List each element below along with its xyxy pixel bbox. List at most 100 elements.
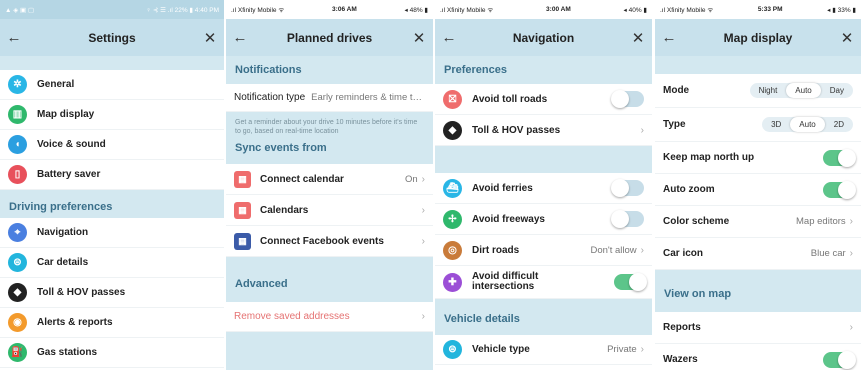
back-arrow-icon[interactable]: ← xyxy=(441,29,457,46)
close-icon[interactable]: ✕ xyxy=(839,29,855,47)
wazers-row[interactable]: Wazers xyxy=(655,344,861,370)
close-icon[interactable]: ✕ xyxy=(202,29,218,47)
settings-item-map-display[interactable]: ▥ Map display xyxy=(0,100,224,130)
wazers-toggle[interactable] xyxy=(823,350,856,369)
item-label: Auto zoom xyxy=(663,184,715,195)
calendar-icon: ▦ xyxy=(234,201,251,219)
avoid-difficult-intersections-row[interactable]: ✚ Avoid difficult intersections xyxy=(435,266,652,299)
settings-item-navigation[interactable]: ⌖ Navigation xyxy=(0,218,224,248)
item-label: Navigation xyxy=(37,227,89,238)
freeway-icon: ✢ xyxy=(443,209,462,229)
item-label: General xyxy=(37,79,75,90)
color-scheme-value: Map editors xyxy=(796,216,846,227)
spacer xyxy=(0,56,224,70)
connect-calendar-row[interactable]: ▦ Connect calendar On › xyxy=(226,164,433,195)
auto-zoom-toggle[interactable] xyxy=(823,180,856,199)
settings-item-general[interactable]: ✲ General xyxy=(0,70,224,100)
calendars-row[interactable]: ▦ Calendars › xyxy=(226,195,433,226)
chevron-right-icon: › xyxy=(421,311,425,322)
settings-screen: ▲ ◈ ▣ ▢ ♀ ⊰ ☰ .ıl 22% ▮ 4:40 PM ← Settin… xyxy=(0,0,224,370)
close-icon[interactable]: ✕ xyxy=(630,29,646,47)
avoid-freeways-toggle[interactable] xyxy=(611,210,644,228)
avoid-freeways-row[interactable]: ✢ Avoid freeways xyxy=(435,204,652,235)
status-time: 5:33 PM xyxy=(757,6,783,13)
color-scheme-row[interactable]: Color scheme Map editors › xyxy=(655,206,861,238)
settings-item-gas-stations[interactable]: ⛽ Gas stations xyxy=(0,338,224,368)
avoid-ferries-row[interactable]: ⛴ Avoid ferries xyxy=(435,173,652,204)
item-label: Avoid freeways xyxy=(472,213,545,225)
vehicle-type-row[interactable]: ⊜ Vehicle type Private › xyxy=(435,335,652,365)
car-icon: ⊜ xyxy=(8,253,27,272)
status-bar: .ıl Xfinity Mobile ᯤ 5:33 PM ◂ ▮ 33% ▮ xyxy=(655,0,861,19)
gas-icon: ⛽ xyxy=(8,343,27,362)
dirt-roads-row[interactable]: ◎ Dirt roads Don't allow › xyxy=(435,235,652,266)
header: ← Planned drives ✕ xyxy=(226,19,433,56)
chevron-right-icon: › xyxy=(640,124,644,136)
notification-note: Get a reminder about your drive 10 minut… xyxy=(226,112,433,142)
ferry-icon: ⛴ xyxy=(443,178,462,198)
keep-north-up-row[interactable]: Keep map north up xyxy=(655,142,861,174)
dirt-roads-value: Don't allow xyxy=(590,244,637,256)
status-left: .ıl Xfinity Mobile ᯤ xyxy=(440,7,494,14)
connect-facebook-row[interactable]: ▦ Connect Facebook events › xyxy=(226,226,433,257)
mode-selector[interactable]: Night Auto Day xyxy=(749,83,853,98)
avoid-toll-toggle[interactable] xyxy=(611,90,644,108)
toll-icon: ◆ xyxy=(443,120,462,140)
back-arrow-icon[interactable]: ← xyxy=(6,29,22,46)
section-vehicle-details: Vehicle details xyxy=(435,307,652,331)
settings-item-alerts-reports[interactable]: ◉ Alerts & reports xyxy=(0,308,224,338)
item-label: Battery saver xyxy=(37,169,101,180)
status-bar: .ıl Xfinity Mobile ᯤ 3:06 AM ◂ 48% ▮ xyxy=(226,0,433,19)
notification-type-row[interactable]: Notification type Early reminders & time… xyxy=(226,84,433,112)
settings-item-battery-saver[interactable]: ▯ Battery saver xyxy=(0,160,224,190)
chevron-right-icon: › xyxy=(640,344,644,355)
back-arrow-icon[interactable]: ← xyxy=(661,29,677,46)
toll-hov-passes-row[interactable]: ◆ Toll & HOV passes › xyxy=(435,115,652,146)
item-label: Map display xyxy=(37,109,95,120)
map-display-screen: .ıl Xfinity Mobile ᯤ 5:33 PM ◂ ▮ 33% ▮ ←… xyxy=(655,0,861,370)
back-arrow-icon[interactable]: ← xyxy=(232,29,248,46)
close-icon[interactable]: ✕ xyxy=(411,29,427,47)
avoid-difficult-toggle[interactable] xyxy=(614,273,647,291)
header: ← Map display ✕ xyxy=(655,19,861,56)
remove-saved-addresses-row[interactable]: Remove saved addresses › xyxy=(226,302,433,332)
reports-row[interactable]: Reports › xyxy=(655,312,861,344)
item-label: Avoid ferries xyxy=(472,182,533,194)
chevron-right-icon: › xyxy=(849,322,853,333)
item-label: Gas stations xyxy=(37,347,98,358)
toll-icon: ◆ xyxy=(8,283,27,302)
type-option-3d[interactable]: 3D xyxy=(762,117,790,132)
item-label: Connect calendar xyxy=(260,173,344,185)
page-title: Settings xyxy=(88,30,136,45)
item-label: Color scheme xyxy=(663,216,730,227)
type-row: Type 3D Auto 2D xyxy=(655,108,861,142)
auto-zoom-row[interactable]: Auto zoom xyxy=(655,174,861,206)
type-option-auto[interactable]: Auto xyxy=(790,117,825,132)
gear-icon: ✲ xyxy=(8,75,27,94)
keep-north-up-toggle[interactable] xyxy=(823,148,856,167)
toll-road-icon: ⛝ xyxy=(443,89,462,109)
notification-type-value: Early reminders & time to... xyxy=(311,92,425,103)
item-label: Avoid difficult intersections xyxy=(472,271,539,292)
type-selector[interactable]: 3D Auto 2D xyxy=(762,117,853,132)
item-label: Vehicle type xyxy=(472,344,530,355)
mode-row: Mode Night Auto Day xyxy=(655,74,861,108)
mode-option-night[interactable]: Night xyxy=(750,83,787,98)
type-option-2d[interactable]: 2D xyxy=(825,117,853,132)
car-icon-row[interactable]: Car icon Blue car › xyxy=(655,238,861,270)
section-advanced: Advanced xyxy=(226,272,433,296)
settings-item-voice-sound[interactable]: ◖ Voice & sound xyxy=(0,130,224,160)
avoid-toll-roads-row[interactable]: ⛝ Avoid toll roads xyxy=(435,84,652,115)
avoid-ferries-toggle[interactable] xyxy=(611,179,644,197)
section-driving-preferences: Driving preferences xyxy=(0,196,224,218)
mode-option-auto[interactable]: Auto xyxy=(786,83,821,98)
spacer xyxy=(435,146,652,173)
settings-item-car-details[interactable]: ⊜ Car details xyxy=(0,248,224,278)
item-label: Alerts & reports xyxy=(37,317,113,328)
item-label: Car icon xyxy=(663,248,704,259)
status-right: ◂ ▮ 33% ▮ xyxy=(827,6,856,14)
mode-option-day[interactable]: Day xyxy=(821,83,853,98)
status-time: 3:06 AM xyxy=(332,6,357,13)
item-label: Reports xyxy=(663,322,701,333)
settings-item-toll-hov[interactable]: ◆ Toll & HOV passes xyxy=(0,278,224,308)
